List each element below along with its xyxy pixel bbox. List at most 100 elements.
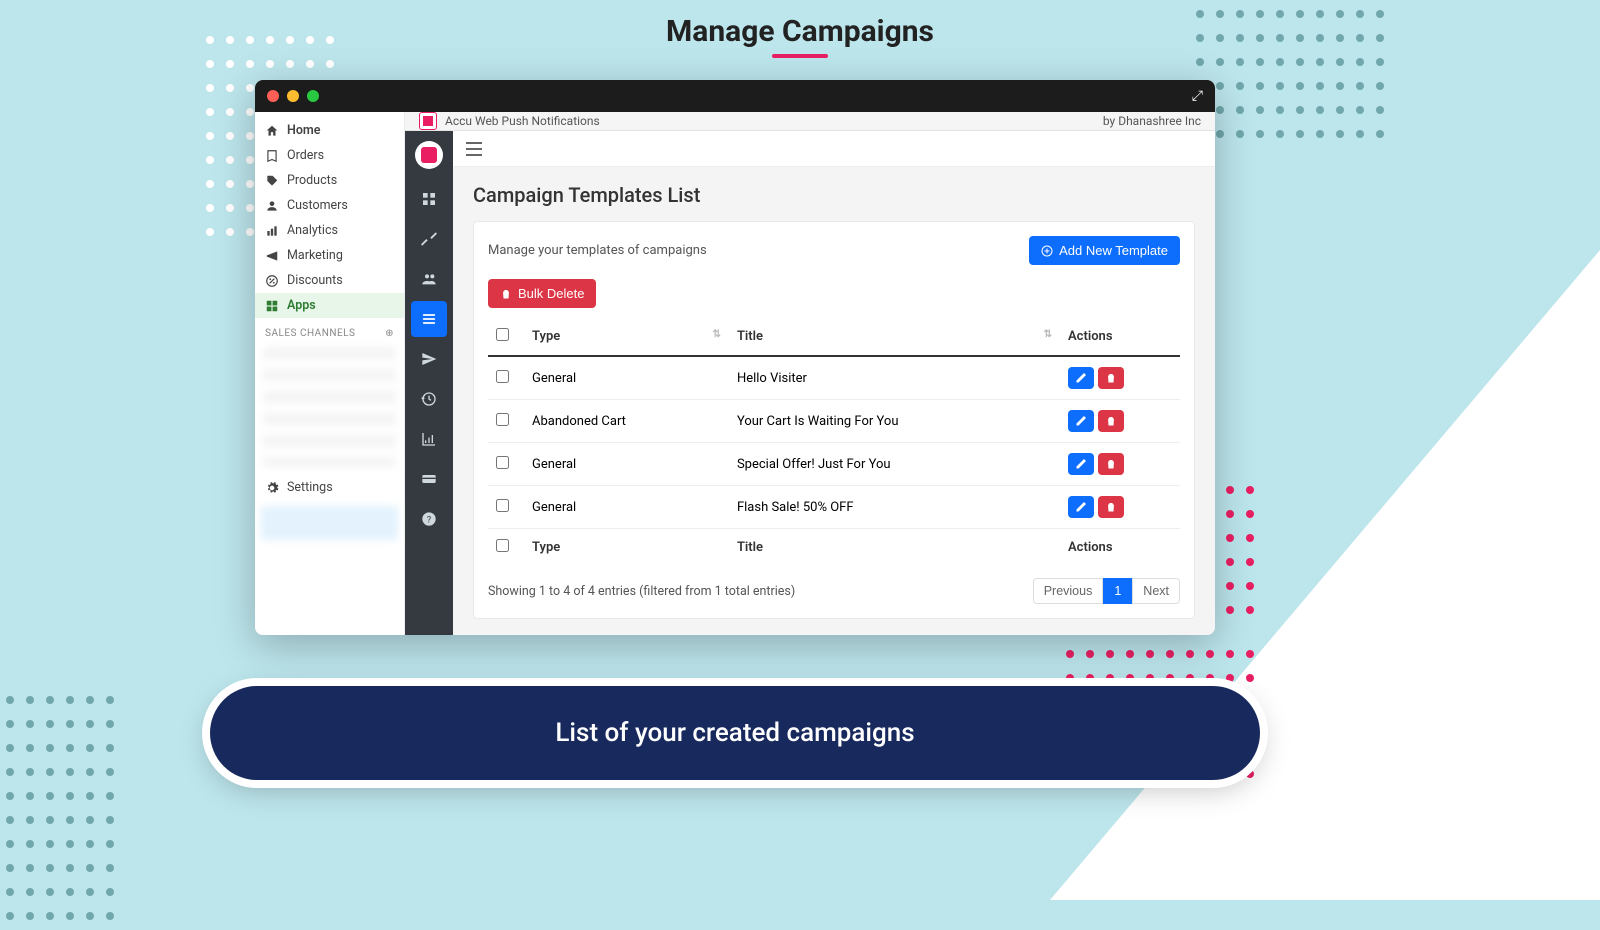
row-checkbox[interactable]	[496, 413, 509, 426]
delete-button[interactable]	[1098, 496, 1124, 518]
nav-customers[interactable]: Customers	[255, 193, 404, 218]
nav-marketing[interactable]: Marketing	[255, 243, 404, 268]
card-subheading: Manage your templates of campaigns	[488, 243, 707, 258]
apps-icon	[265, 299, 279, 313]
nav-label: Marketing	[287, 248, 343, 263]
trash-icon	[500, 288, 512, 300]
nav-label: Analytics	[287, 223, 338, 238]
nav-apps[interactable]: Apps	[255, 293, 404, 318]
bulk-delete-button[interactable]: Bulk Delete	[488, 279, 596, 308]
side-subscribers[interactable]	[411, 261, 447, 297]
maximize-icon[interactable]	[307, 90, 319, 102]
nav-products[interactable]: Products	[255, 168, 404, 193]
hamburger-icon[interactable]	[465, 142, 483, 156]
add-channel-icon[interactable]: ⊕	[385, 328, 394, 339]
products-icon	[265, 174, 279, 188]
table-row: GeneralHello Visiter	[488, 356, 1180, 400]
title-underline	[772, 54, 828, 58]
side-tools[interactable]	[411, 221, 447, 257]
gear-icon	[265, 481, 279, 495]
pagination: Previous 1 Next	[1033, 578, 1180, 604]
pager-page-1[interactable]: 1	[1103, 578, 1132, 604]
shopify-sidebar: Home Orders Products Customers	[255, 112, 405, 635]
home-icon	[265, 124, 279, 138]
button-label: Add New Template	[1059, 243, 1168, 258]
window-titlebar: ⤢	[255, 80, 1215, 112]
table-row: Abandoned CartYour Cart Is Waiting For Y…	[488, 400, 1180, 443]
nav-analytics[interactable]: Analytics	[255, 218, 404, 243]
sort-icon[interactable]: ⇅	[1044, 329, 1052, 340]
sort-icon[interactable]: ⇅	[713, 329, 721, 340]
edit-button[interactable]	[1068, 453, 1094, 475]
side-history[interactable]	[411, 381, 447, 417]
edit-button[interactable]	[1068, 496, 1094, 518]
nav-label: Customers	[287, 198, 348, 213]
app-sidebar-logo	[415, 141, 443, 169]
delete-button[interactable]	[1098, 453, 1124, 475]
nav-label: Settings	[287, 480, 333, 495]
caption-pill: List of your created campaigns	[210, 686, 1260, 780]
row-checkbox[interactable]	[496, 499, 509, 512]
col-type: Type⇅	[524, 318, 729, 356]
nav-orders[interactable]: Orders	[255, 143, 404, 168]
sales-channels-header: SALES CHANNELS ⊕	[255, 318, 404, 343]
content-heading: Campaign Templates List	[473, 183, 1195, 207]
app-byline: by Dhanashree Inc	[1103, 114, 1201, 128]
app-name: Accu Web Push Notifications	[445, 114, 600, 128]
pager-prev[interactable]: Previous	[1033, 578, 1104, 604]
side-dashboard[interactable]	[411, 181, 447, 217]
nav-label: Discounts	[287, 273, 343, 288]
caption-text: List of your created campaigns	[555, 718, 914, 748]
side-billing[interactable]	[411, 461, 447, 497]
nav-label: Orders	[287, 148, 324, 163]
app-title-bar: Accu Web Push Notifications by Dhanashre…	[405, 112, 1215, 131]
current-app-indicator	[261, 506, 398, 540]
row-checkbox[interactable]	[496, 370, 509, 383]
select-all-checkbox[interactable]	[496, 328, 509, 341]
edit-button[interactable]	[1068, 410, 1094, 432]
nav-label: Products	[287, 173, 337, 188]
nav-home[interactable]: Home	[255, 118, 404, 143]
pagination-info: Showing 1 to 4 of 4 entries (filtered fr…	[488, 584, 795, 599]
edit-button[interactable]	[1068, 367, 1094, 389]
app-sidebar: ?	[405, 131, 453, 635]
row-title: Special Offer! Just For You	[729, 443, 1060, 486]
col-type-footer: Type	[524, 529, 729, 567]
row-checkbox[interactable]	[496, 456, 509, 469]
col-title: Title⇅	[729, 318, 1060, 356]
select-all-checkbox-footer[interactable]	[496, 539, 509, 552]
button-label: Bulk Delete	[518, 286, 584, 301]
plus-icon	[1041, 245, 1053, 257]
expand-icon[interactable]: ⤢	[1192, 88, 1203, 104]
add-template-button[interactable]: Add New Template	[1029, 236, 1180, 265]
side-help[interactable]: ?	[411, 501, 447, 537]
row-title: Flash Sale! 50% OFF	[729, 486, 1060, 529]
delete-button[interactable]	[1098, 410, 1124, 432]
table-row: GeneralSpecial Offer! Just For You	[488, 443, 1180, 486]
templates-card: Manage your templates of campaigns Add N…	[473, 221, 1195, 619]
row-type: General	[524, 356, 729, 400]
col-actions: Actions	[1060, 318, 1180, 356]
row-type: Abandoned Cart	[524, 400, 729, 443]
side-send[interactable]	[411, 341, 447, 377]
nav-settings[interactable]: Settings	[255, 475, 404, 500]
nav-discounts[interactable]: Discounts	[255, 268, 404, 293]
app-logo-icon	[419, 112, 437, 130]
row-title: Your Cart Is Waiting For You	[729, 400, 1060, 443]
analytics-icon	[265, 224, 279, 238]
delete-button[interactable]	[1098, 367, 1124, 389]
sales-channels-list	[263, 347, 396, 467]
close-icon[interactable]	[267, 90, 279, 102]
content-topbar	[453, 131, 1215, 167]
minimize-icon[interactable]	[287, 90, 299, 102]
row-type: General	[524, 486, 729, 529]
customers-icon	[265, 199, 279, 213]
side-reports[interactable]	[411, 421, 447, 457]
nav-label: Apps	[287, 298, 316, 313]
pager-next[interactable]: Next	[1132, 578, 1180, 604]
templates-table: Type⇅ Title⇅ Actions GeneralHello Visite…	[488, 318, 1180, 566]
side-templates[interactable]	[411, 301, 447, 337]
svg-text:?: ?	[427, 514, 432, 525]
col-title-footer: Title	[729, 529, 1060, 567]
discounts-icon	[265, 274, 279, 288]
